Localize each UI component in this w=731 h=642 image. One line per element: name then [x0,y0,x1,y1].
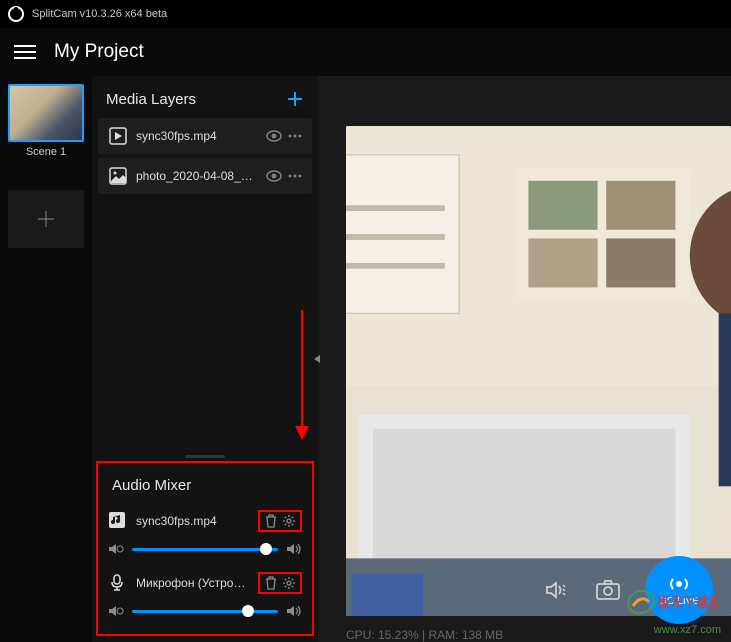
add-layer-button[interactable] [286,90,304,108]
audio-actions [258,510,302,532]
audio-actions [258,572,302,594]
add-scene-button[interactable] [8,190,84,248]
audio-control-icon[interactable] [545,579,571,601]
layers-column: Media Layers sync30fps.mp4 photo_2020-04… [92,76,318,642]
audio-mixer-title: Audio Mixer [112,477,191,494]
audio-name: sync30fps.mp4 [136,514,250,528]
preview-column: CPU: 15.23% | RAM: 138 MB GO LIVE [318,76,731,642]
video-icon [108,126,128,146]
gear-icon[interactable] [282,514,296,528]
scene-label: Scene 1 [8,146,84,158]
layer-name: sync30fps.mp4 [136,129,258,143]
visibility-icon[interactable] [266,130,282,142]
bottom-controls: GO LIVE [545,556,713,624]
layer-item[interactable]: photo_2020-04-08_12... [98,158,312,194]
mute-left-icon[interactable] [108,542,124,556]
titlebar: SplitCam v10.3.26 x64 beta [0,0,731,28]
project-title: My Project [54,41,144,63]
media-layers-title: Media Layers [106,91,196,108]
scene-item[interactable]: Scene 1 [8,84,84,158]
volume-slider[interactable] [132,548,278,551]
panel-divider[interactable] [106,453,304,459]
layer-name: photo_2020-04-08_12... [136,169,258,183]
delete-icon[interactable] [264,576,278,590]
menu-icon[interactable] [14,44,36,60]
audio-item: Микрофон (Устройст... [104,566,306,622]
audio-name: Микрофон (Устройст... [136,576,250,590]
layer-actions [266,170,302,182]
scene-thumbnail[interactable] [8,84,84,142]
media-layers-header: Media Layers [92,76,318,118]
snapshot-icon[interactable] [595,579,621,601]
go-live-button[interactable]: GO LIVE [645,556,713,624]
gear-icon[interactable] [282,576,296,590]
header: My Project [0,28,731,76]
plus-icon [35,208,57,230]
mute-left-icon[interactable] [108,604,124,618]
speaker-icon[interactable] [286,604,302,618]
delete-icon[interactable] [264,514,278,528]
more-icon[interactable] [288,174,302,178]
preview-canvas[interactable] [346,126,731,616]
microphone-icon [108,573,128,593]
layer-item[interactable]: sync30fps.mp4 [98,118,312,154]
speaker-icon[interactable] [286,542,302,556]
audio-item: sync30fps.mp4 [104,504,306,560]
audio-mixer-header: Audio Mixer [98,463,312,504]
audio-file-icon [108,511,128,531]
image-icon [108,166,128,186]
visibility-icon[interactable] [266,170,282,182]
app-title: SplitCam v10.3.26 x64 beta [32,8,167,20]
more-icon[interactable] [288,134,302,138]
audio-mixer-section: Audio Mixer sync30fps.mp4 [96,461,314,636]
scenes-column: Scene 1 [0,76,92,642]
go-live-label: GO LIVE [659,596,699,607]
volume-slider[interactable] [132,610,278,613]
main-area: Scene 1 Media Layers sync30fps.mp4 photo… [0,76,731,642]
collapse-handle-icon[interactable] [312,347,322,371]
broadcast-icon [666,574,692,594]
layer-actions [266,130,302,142]
app-logo-icon [8,6,24,22]
